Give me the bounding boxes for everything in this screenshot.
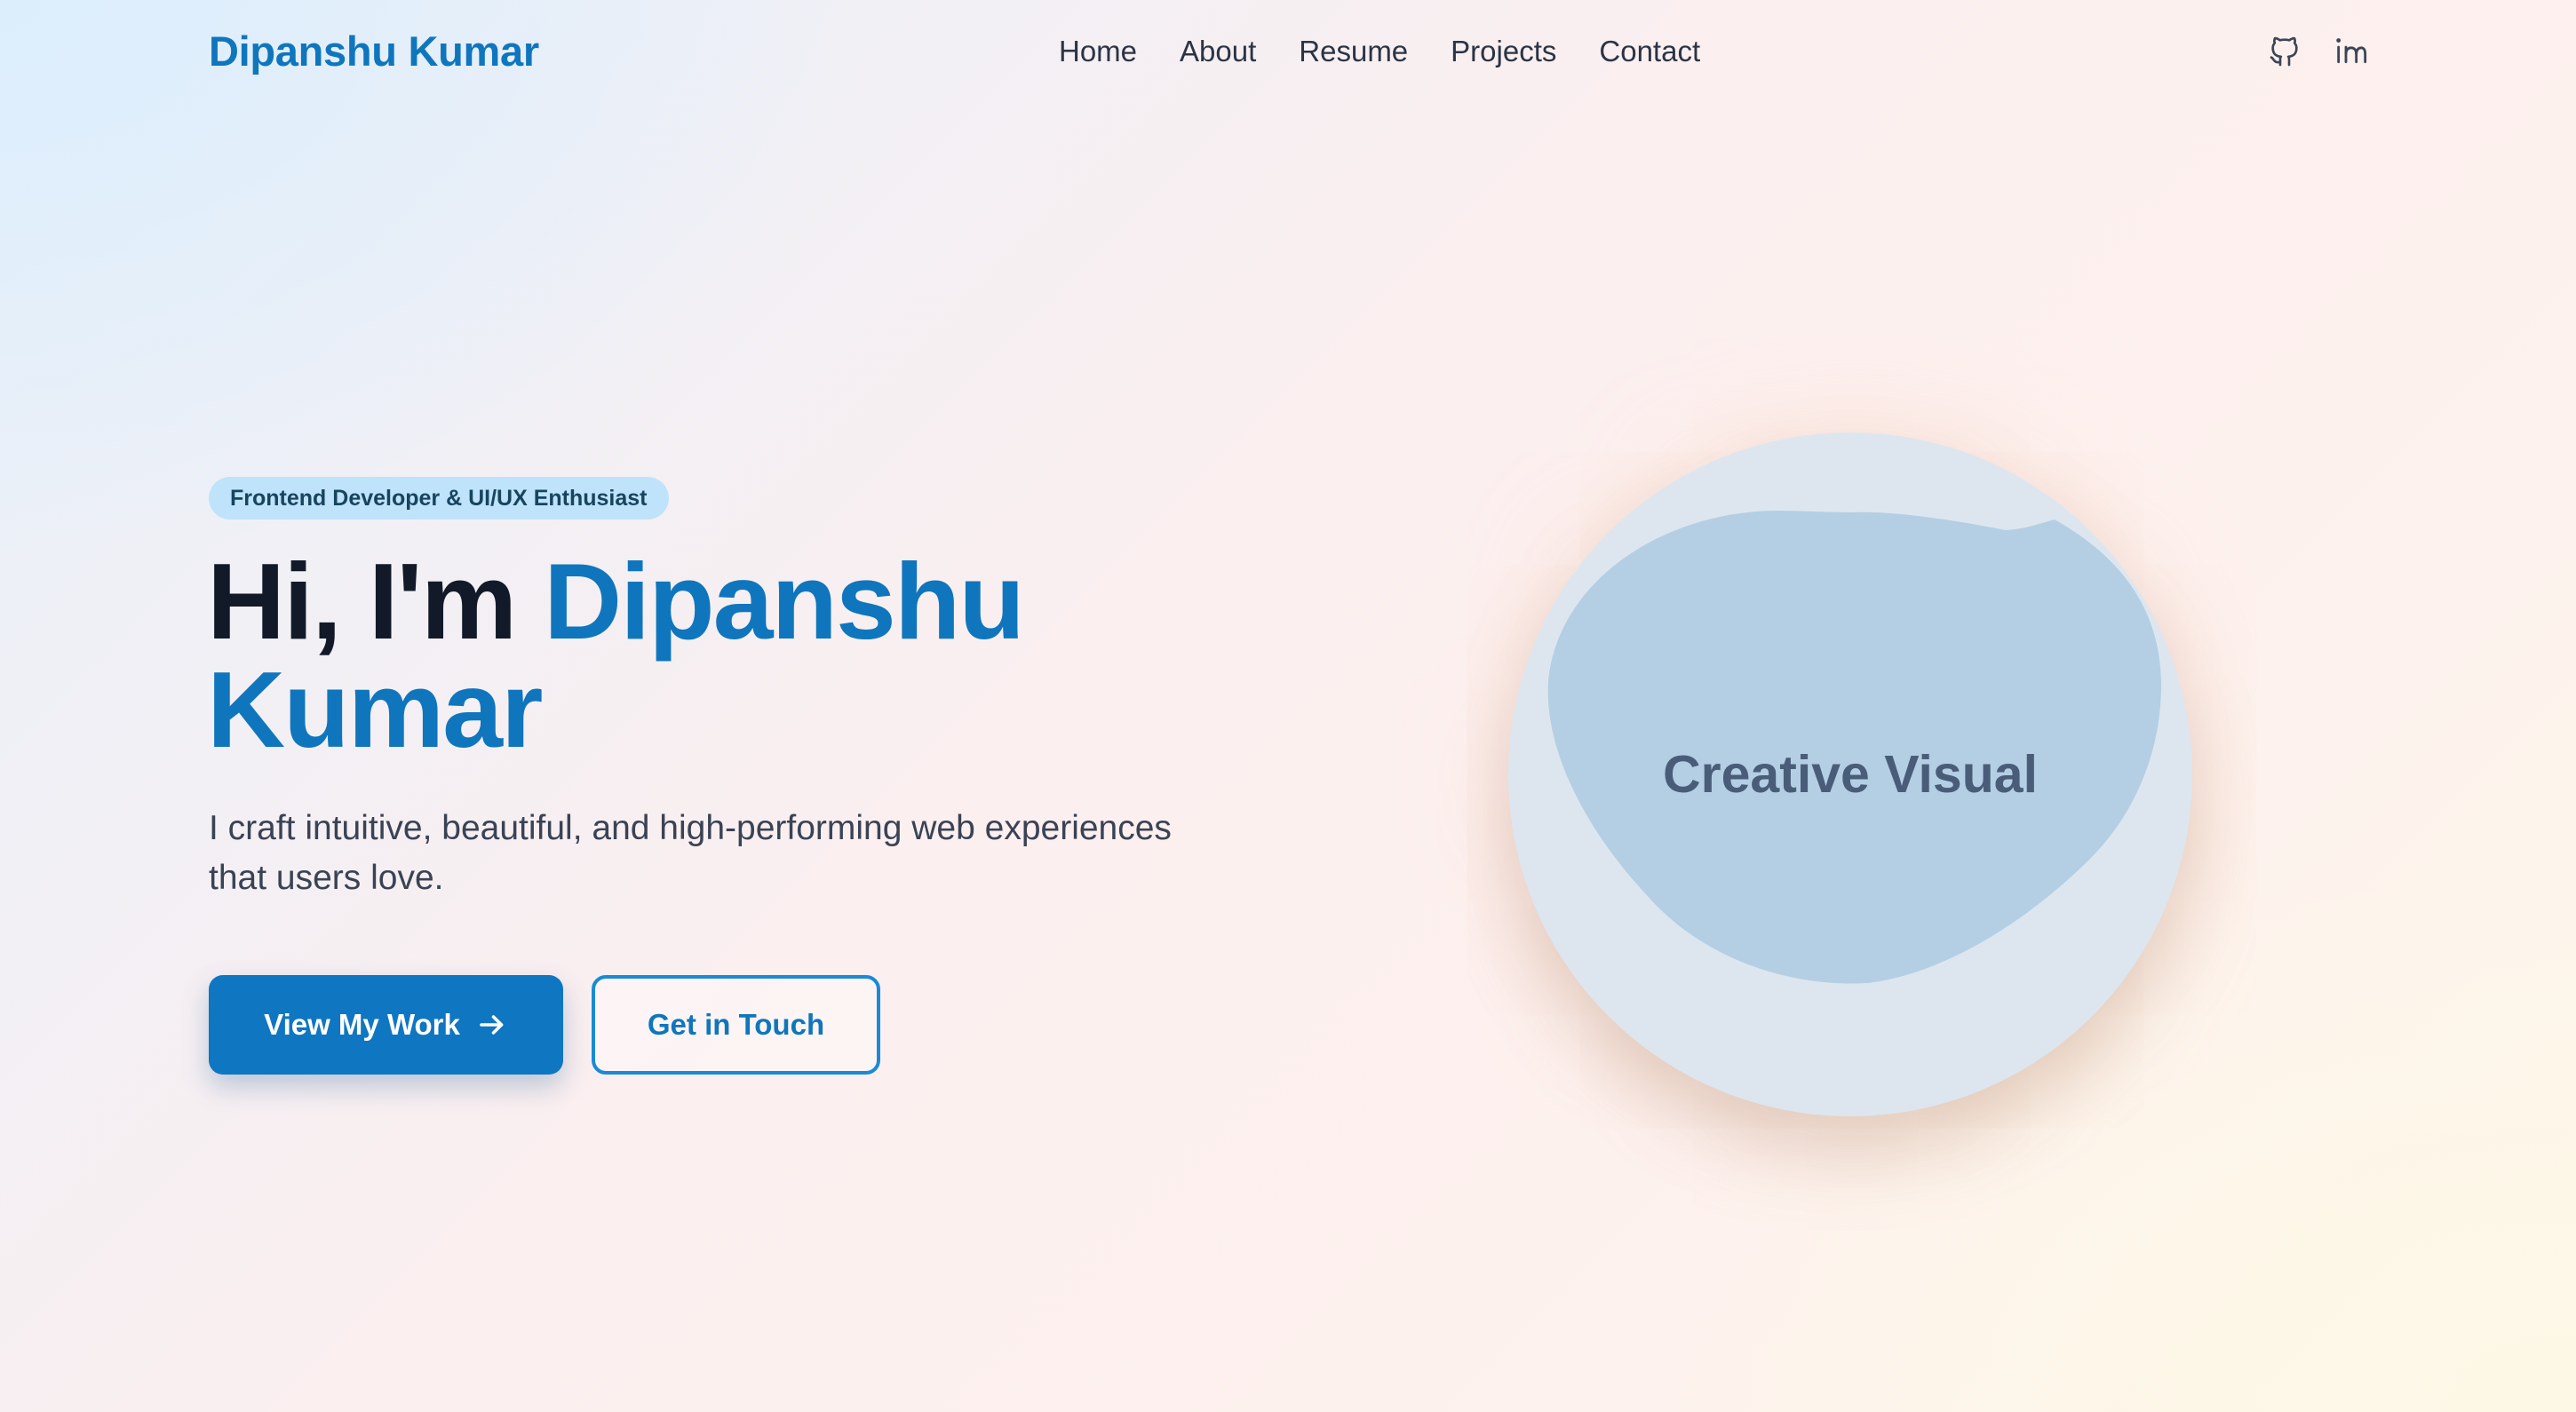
linkedin-icon bbox=[2336, 38, 2367, 64]
hero-heading-name-last: Kumar bbox=[207, 649, 543, 770]
creative-visual: Creative Visual bbox=[1508, 432, 2192, 1116]
github-link[interactable] bbox=[2265, 32, 2304, 71]
view-my-work-button[interactable]: View My Work bbox=[209, 975, 563, 1075]
hero-heading: Hi, I'm Dipanshu Kumar bbox=[207, 547, 1273, 764]
hero-heading-prefix: Hi, I'm bbox=[207, 541, 517, 662]
creative-visual-label: Creative Visual bbox=[1663, 745, 2038, 804]
hero-heading-name-first: Dipanshu bbox=[544, 541, 1025, 662]
linkedin-link[interactable] bbox=[2331, 32, 2370, 71]
top-navbar: Dipanshu Kumar Home About Resume Project… bbox=[0, 0, 2576, 105]
brand-logo-link[interactable]: Dipanshu Kumar bbox=[209, 27, 539, 75]
get-in-touch-button[interactable]: Get in Touch bbox=[592, 975, 880, 1075]
nav-link-about[interactable]: About bbox=[1180, 34, 1256, 69]
nav-link-contact[interactable]: Contact bbox=[1599, 34, 1700, 69]
nav-link-projects[interactable]: Projects bbox=[1451, 34, 1556, 69]
arrow-right-icon bbox=[480, 1015, 504, 1035]
role-badge: Frontend Developer & UI/UX Enthusiast bbox=[209, 477, 669, 520]
nav-link-resume[interactable]: Resume bbox=[1299, 34, 1408, 69]
nav-links: Home About Resume Projects Contact bbox=[1059, 34, 1743, 69]
github-icon bbox=[2270, 36, 2298, 67]
hero-subtitle: I craft intuitive, beautiful, and high-p… bbox=[209, 809, 1172, 897]
social-links bbox=[2265, 32, 2370, 71]
nav-link-home[interactable]: Home bbox=[1059, 34, 1137, 69]
view-my-work-label: View My Work bbox=[264, 1008, 460, 1041]
